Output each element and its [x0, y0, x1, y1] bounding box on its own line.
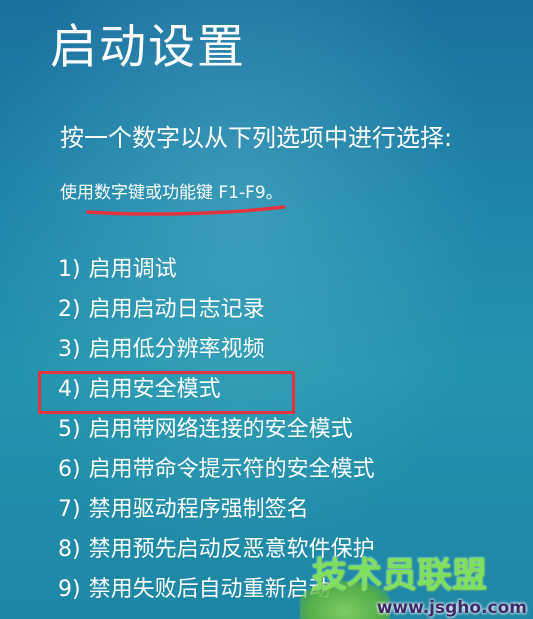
option-number: 1)	[58, 257, 81, 282]
option-number: 3)	[58, 337, 81, 362]
hint-underline-annotation	[86, 205, 286, 216]
option-number: 5)	[58, 417, 81, 442]
option-label: 禁用驱动程序强制签名	[88, 497, 309, 522]
option-number: 9)	[58, 577, 81, 602]
option-number: 6)	[58, 457, 81, 482]
option-label: 禁用失败后自动重新启动	[88, 577, 331, 602]
watermark: 技术员联盟 www.jsgho.com	[300, 545, 533, 619]
safe-mode-highlight-box	[38, 371, 295, 414]
startup-settings-screen: 启动设置 按一个数字以从下列选项中进行选择: 使用数字键或功能键 F1-F9。 …	[0, 0, 533, 619]
watermark-url: www.jsgho.com	[376, 598, 527, 618]
option-safe-mode-networking[interactable]: 5) 启用带网络连接的安全模式	[58, 410, 375, 450]
watermark-title: 技术员联盟	[311, 556, 487, 596]
option-enable-boot-logging[interactable]: 2) 启用启动日志记录	[58, 290, 375, 330]
option-number: 8)	[58, 537, 81, 562]
option-label: 启用带网络连接的安全模式	[88, 417, 353, 442]
option-safe-mode-command-prompt[interactable]: 6) 启用带命令提示符的安全模式	[58, 450, 375, 490]
page-title: 启动设置	[50, 20, 246, 75]
option-number: 7)	[58, 497, 81, 522]
option-label: 启用低分辨率视频	[88, 337, 265, 362]
option-label: 启用带命令提示符的安全模式	[88, 457, 375, 482]
option-label: 启用启动日志记录	[88, 297, 265, 322]
instruction-text: 按一个数字以从下列选项中进行选择:	[60, 124, 453, 152]
option-disable-driver-signature[interactable]: 7) 禁用驱动程序强制签名	[58, 490, 375, 530]
option-enable-debugging[interactable]: 1) 启用调试	[58, 250, 375, 290]
option-enable-low-resolution-video[interactable]: 3) 启用低分辨率视频	[58, 330, 375, 370]
option-label: 启用调试	[88, 257, 177, 282]
option-number: 2)	[58, 297, 81, 322]
